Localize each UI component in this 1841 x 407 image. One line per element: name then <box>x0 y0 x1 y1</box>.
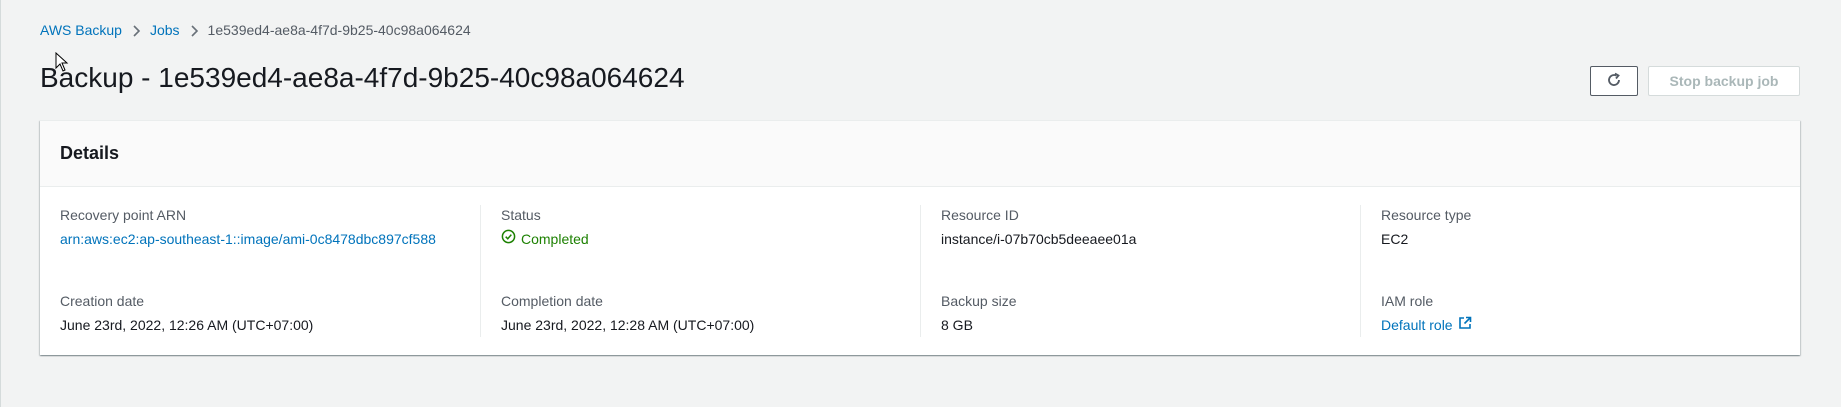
breadcrumb: AWS Backup Jobs 1e539ed4-ae8a-4f7d-9b25-… <box>40 20 471 40</box>
recovery-point-arn-link[interactable]: arn:aws:ec2:ap-southeast-1::image/ami-0c… <box>60 229 500 249</box>
details-grid: Recovery point ARN arn:aws:ec2:ap-southe… <box>40 187 1800 355</box>
details-column-3: Resource ID instance/i-07b70cb5deeaee01a… <box>941 205 1381 377</box>
breadcrumb-jobs[interactable]: Jobs <box>150 22 180 38</box>
field-creation-date: Creation date June 23rd, 2022, 12:26 AM … <box>60 291 500 377</box>
iam-role-link[interactable]: Default role <box>1381 315 1821 335</box>
details-heading: Details <box>60 143 120 163</box>
field-status: Status Completed <box>501 205 941 291</box>
chevron-right-icon <box>122 22 150 38</box>
field-label: Completion date <box>501 293 603 309</box>
left-border <box>0 0 1 407</box>
field-resource-type: Resource type EC2 <box>1381 205 1821 291</box>
field-value: 8 GB <box>941 317 973 333</box>
field-value: June 23rd, 2022, 12:26 AM (UTC+07:00) <box>60 317 314 333</box>
details-header: Details <box>40 121 1800 187</box>
breadcrumb-current: 1e539ed4-ae8a-4f7d-9b25-40c98a064624 <box>207 22 471 38</box>
details-column-2: Status Completed Completion date June 23… <box>501 205 941 377</box>
field-value: EC2 <box>1381 231 1409 247</box>
field-value: June 23rd, 2022, 12:28 AM (UTC+07:00) <box>501 317 755 333</box>
status-text: Completed <box>521 231 589 247</box>
field-label: Recovery point ARN <box>60 207 187 223</box>
page-title: Backup - 1e539ed4-ae8a-4f7d-9b25-40c98a0… <box>40 62 685 93</box>
refresh-button[interactable] <box>1590 66 1638 96</box>
field-resource-id: Resource ID instance/i-07b70cb5deeaee01a <box>941 205 1381 291</box>
field-value: instance/i-07b70cb5deeaee01a <box>941 231 1137 247</box>
check-circle-icon <box>501 229 521 249</box>
refresh-icon <box>1606 72 1622 91</box>
stop-backup-job-button[interactable]: Stop backup job <box>1648 66 1800 96</box>
status-value: Completed <box>501 229 941 249</box>
field-label: Resource type <box>1381 207 1472 223</box>
details-column-1: Recovery point ARN arn:aws:ec2:ap-southe… <box>60 205 500 377</box>
field-completion-date: Completion date June 23rd, 2022, 12:28 A… <box>501 291 941 377</box>
iam-role-text: Default role <box>1381 317 1453 333</box>
field-label: Resource ID <box>941 207 1019 223</box>
field-label: IAM role <box>1381 293 1434 309</box>
field-backup-size: Backup size 8 GB <box>941 291 1381 377</box>
field-recovery-point-arn: Recovery point ARN arn:aws:ec2:ap-southe… <box>60 205 500 291</box>
field-iam-role: IAM role Default role <box>1381 291 1821 377</box>
external-link-icon <box>1458 315 1477 335</box>
details-column-4: Resource type EC2 IAM role Default role <box>1381 205 1821 377</box>
breadcrumb-aws-backup[interactable]: AWS Backup <box>40 22 122 38</box>
details-panel: Details Recovery point ARN arn:aws:ec2:a… <box>40 120 1800 355</box>
field-label: Creation date <box>60 293 145 309</box>
chevron-right-icon <box>180 22 208 38</box>
field-label: Status <box>501 207 541 223</box>
field-label: Backup size <box>941 293 1017 309</box>
mouse-cursor-icon <box>55 51 69 77</box>
